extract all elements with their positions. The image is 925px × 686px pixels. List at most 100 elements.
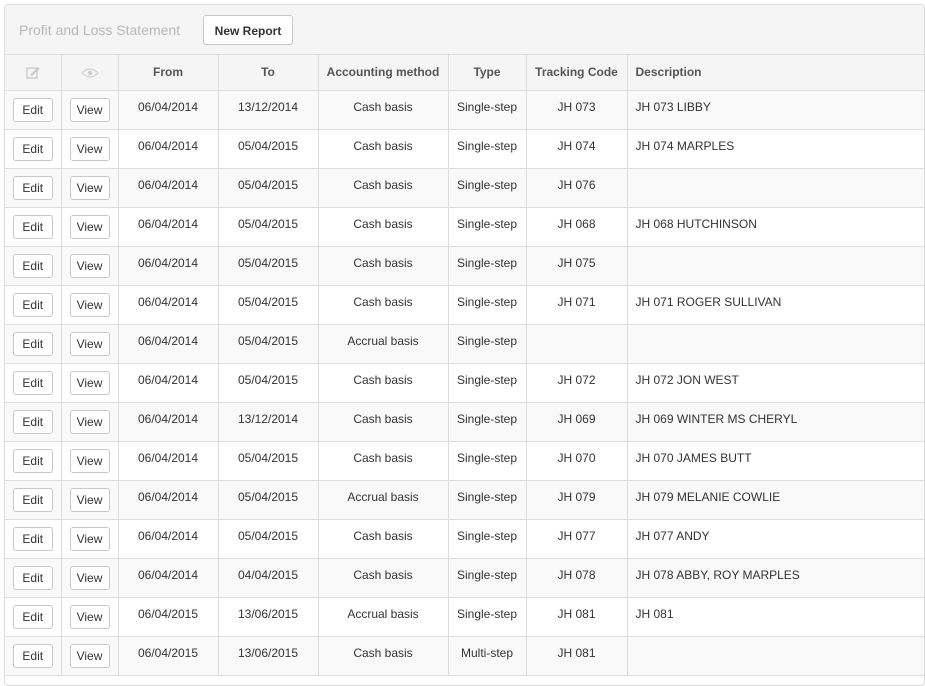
edit-button[interactable]: Edit (12, 331, 53, 356)
view-cell: View (61, 480, 119, 520)
to-date-cell: 05/04/2015 (218, 324, 319, 364)
table-row: Edit View 06/04/2014 04/04/2015 Cash basis Si… (5, 558, 924, 598)
view-button[interactable]: View (69, 292, 110, 317)
view-button[interactable]: View (69, 409, 110, 434)
edit-button[interactable]: Edit (12, 370, 53, 395)
column-header-from[interactable]: From (118, 55, 219, 91)
view-cell: View (61, 324, 119, 364)
type-cell: Single-step (448, 324, 527, 364)
accounting-method-cell: Cash basis (318, 90, 449, 130)
description-cell: JH 073 LIBBY (627, 90, 924, 130)
edit-button[interactable]: Edit (12, 448, 53, 473)
edit-button[interactable]: Edit (12, 409, 53, 434)
to-date-cell: 13/06/2015 (218, 597, 319, 637)
table-row: Edit View 06/04/2015 13/06/2015 Accrual basi… (5, 597, 924, 637)
to-date-cell: 05/04/2015 (218, 480, 319, 520)
edit-cell: Edit (5, 129, 62, 169)
column-header-type[interactable]: Type (448, 55, 527, 91)
view-button[interactable]: View (69, 331, 110, 356)
edit-button[interactable]: Edit (12, 214, 53, 239)
description-cell: JH 070 JAMES BUTT (627, 441, 924, 481)
to-date-cell: 05/04/2015 (218, 129, 319, 169)
accounting-method-cell: Cash basis (318, 168, 449, 208)
view-button[interactable]: View (69, 526, 110, 551)
table-row: Edit View 06/04/2014 05/04/2015 Cash basis Si… (5, 519, 924, 559)
description-cell: JH 074 MARPLES (627, 129, 924, 169)
tracking-code-cell: JH 074 (526, 129, 628, 169)
edit-button[interactable]: Edit (12, 253, 53, 278)
description-cell: JH 079 MELANIE COWLIE (627, 480, 924, 520)
view-cell: View (61, 558, 119, 598)
accounting-method-cell: Cash basis (318, 402, 449, 442)
description-cell (627, 168, 924, 208)
view-button[interactable]: View (69, 253, 110, 278)
accounting-method-cell: Cash basis (318, 246, 449, 286)
view-cell: View (61, 519, 119, 559)
description-cell (627, 636, 924, 676)
type-cell: Single-step (448, 519, 527, 559)
view-button[interactable]: View (69, 565, 110, 590)
view-button[interactable]: View (69, 214, 110, 239)
panel-title: Profit and Loss Statement (19, 22, 181, 38)
edit-button[interactable]: Edit (12, 136, 53, 161)
view-cell: View (61, 90, 119, 130)
view-cell: View (61, 363, 119, 403)
edit-column-header (5, 55, 62, 91)
edit-cell: Edit (5, 90, 62, 130)
new-report-button[interactable]: New Report (203, 15, 293, 45)
to-date-cell: 05/04/2015 (218, 246, 319, 286)
to-date-cell: 05/04/2015 (218, 519, 319, 559)
description-cell: JH 078 ABBY, ROY MARPLES (627, 558, 924, 598)
view-button[interactable]: View (69, 175, 110, 200)
description-cell: JH 068 HUTCHINSON (627, 207, 924, 247)
edit-button[interactable]: Edit (12, 604, 53, 629)
edit-button[interactable]: Edit (12, 292, 53, 317)
to-date-cell: 05/04/2015 (218, 168, 319, 208)
view-button[interactable]: View (69, 448, 110, 473)
edit-button[interactable]: Edit (12, 565, 53, 590)
to-date-cell: 13/06/2015 (218, 636, 319, 676)
edit-button[interactable]: Edit (12, 97, 53, 122)
tracking-code-cell: JH 072 (526, 363, 628, 403)
edit-button[interactable]: Edit (12, 175, 53, 200)
view-button[interactable]: View (69, 136, 110, 161)
accounting-method-cell: Cash basis (318, 558, 449, 598)
view-cell: View (61, 168, 119, 208)
view-cell: View (61, 207, 119, 247)
tracking-code-cell: JH 081 (526, 597, 628, 637)
edit-button[interactable]: Edit (12, 526, 53, 551)
view-button[interactable]: View (69, 370, 110, 395)
type-cell: Single-step (448, 480, 527, 520)
view-button[interactable]: View (69, 604, 110, 629)
reports-table: From To Accounting method Type Tracking … (5, 55, 924, 676)
column-header-to[interactable]: To (218, 55, 319, 91)
tracking-code-cell: JH 079 (526, 480, 628, 520)
column-header-description[interactable]: Description (627, 55, 924, 91)
view-button[interactable]: View (69, 97, 110, 122)
accounting-method-cell: Cash basis (318, 207, 449, 247)
view-cell: View (61, 441, 119, 481)
accounting-method-cell: Cash basis (318, 129, 449, 169)
description-cell (627, 324, 924, 364)
edit-cell: Edit (5, 519, 62, 559)
from-date-cell: 06/04/2014 (118, 402, 219, 442)
view-button[interactable]: View (69, 487, 110, 512)
description-cell (627, 246, 924, 286)
accounting-method-cell: Cash basis (318, 441, 449, 481)
from-date-cell: 06/04/2014 (118, 324, 219, 364)
table-row: Edit View 06/04/2014 13/12/2014 Cash basis Si… (5, 402, 924, 442)
accounting-method-cell: Accrual basis (318, 480, 449, 520)
view-cell: View (61, 597, 119, 637)
column-header-tracking-code[interactable]: Tracking Code (526, 55, 628, 91)
from-date-cell: 06/04/2014 (118, 168, 219, 208)
table-row: Edit View 06/04/2014 05/04/2015 Accrual basi… (5, 480, 924, 520)
tracking-code-cell (526, 324, 628, 364)
edit-button[interactable]: Edit (12, 487, 53, 512)
to-date-cell: 13/12/2014 (218, 402, 319, 442)
report-panel: Profit and Loss Statement New Report Fro… (4, 4, 925, 686)
column-header-accounting-method[interactable]: Accounting method (318, 55, 449, 91)
type-cell: Single-step (448, 363, 527, 403)
edit-cell: Edit (5, 636, 62, 676)
tracking-code-cell: JH 076 (526, 168, 628, 208)
type-cell: Single-step (448, 246, 527, 286)
